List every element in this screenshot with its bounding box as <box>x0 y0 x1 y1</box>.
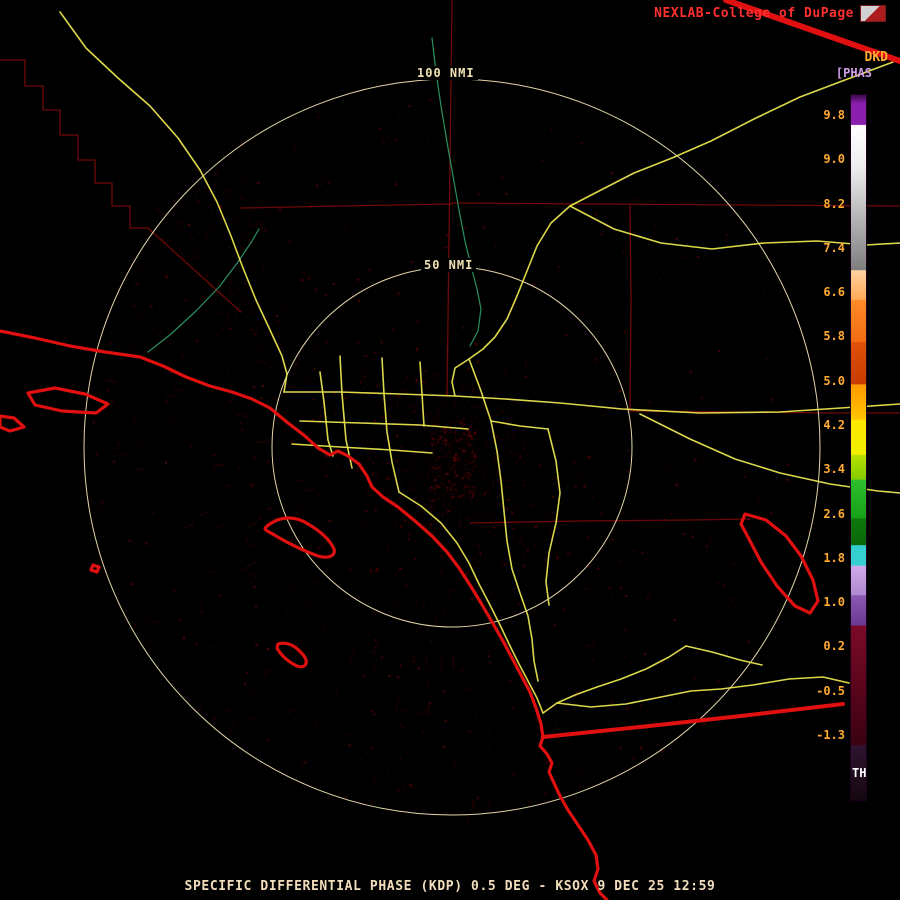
colorbar-tick: 0.2 <box>823 639 845 654</box>
road-lines <box>59 11 900 714</box>
threshold-label: TH <box>852 766 867 780</box>
salton-sea-outline <box>739 512 820 615</box>
radar-display: 100 NMI 50 NMI NEXLAB-College of DuPage … <box>0 0 900 900</box>
colorbar-units-label: [PHAS <box>835 66 872 80</box>
colorbar-tick: 4.2 <box>823 418 845 433</box>
colorbar-tick: 6.6 <box>823 285 845 300</box>
coastline <box>0 329 820 900</box>
base-map <box>0 0 900 900</box>
colorbar-tick: 1.0 <box>823 595 845 610</box>
colorbar-tick: 1.8 <box>823 550 845 565</box>
colorbar-tick: 7.4 <box>823 240 845 255</box>
colorbar <box>850 94 867 801</box>
islands-west <box>26 386 110 415</box>
brand-text: NEXLAB-College of DuPage <box>654 6 854 21</box>
product-code-label: DKD <box>864 50 888 65</box>
range-ring-label-50nmi: 50 NMI <box>421 258 477 272</box>
colorbar-tick: 3.4 <box>823 462 845 477</box>
colorbar-tick: 5.8 <box>823 329 845 344</box>
island-catalina <box>263 516 336 559</box>
colorbar-tick: -1.3 <box>816 728 845 743</box>
colorbar-tick: 5.0 <box>823 373 845 388</box>
red-overlay-lines <box>541 0 900 739</box>
colorbar-tick: 2.6 <box>823 506 845 521</box>
mexico-border-line <box>541 702 845 739</box>
product-status-text: SPECIFIC DIFFERENTIAL PHASE (KDP) 0.5 DE… <box>184 879 716 894</box>
river-lines <box>147 37 482 353</box>
colorbar-tick: 9.8 <box>823 108 845 122</box>
range-ring-label-100nmi: 100 NMI <box>414 66 478 80</box>
island-san-clemente <box>275 641 308 669</box>
colorbar-tick: 9.0 <box>823 152 845 167</box>
cod-logo-icon <box>860 5 886 22</box>
colorbar-tick: 8.2 <box>823 196 845 211</box>
colorbar-tick: -0.5 <box>816 683 845 698</box>
